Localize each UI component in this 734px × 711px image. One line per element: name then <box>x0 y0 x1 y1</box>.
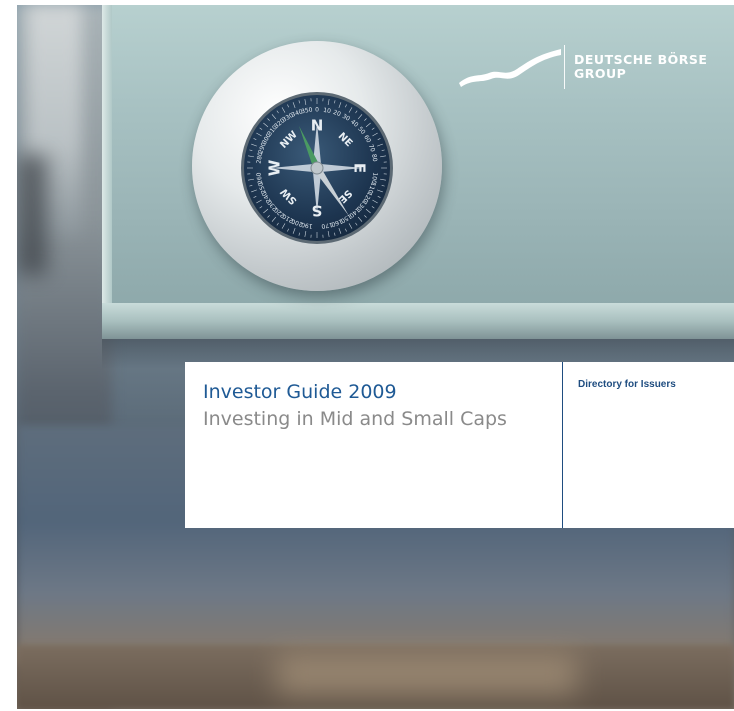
compass-tick <box>379 155 386 158</box>
cover-title: Investor Guide 2009 <box>203 381 397 403</box>
compass-tick <box>253 196 257 198</box>
background-floor-highlight <box>277 655 577 695</box>
compass-tick <box>364 118 367 121</box>
compass-tick <box>327 230 330 237</box>
compass-tick <box>251 189 257 193</box>
compass-tick <box>377 143 383 147</box>
compass-tick <box>271 114 277 120</box>
compass-pivot <box>310 161 324 175</box>
compass-degree-label: 50 <box>356 126 366 136</box>
compass-tick <box>249 149 253 151</box>
compass-tick <box>377 189 383 193</box>
compass-degree-label: 40 <box>349 118 359 128</box>
compass-tick <box>355 222 358 226</box>
compass-tick <box>338 228 342 234</box>
logo-text-line-2: GROUP <box>574 66 627 81</box>
compass-tick <box>292 228 296 234</box>
compass-tick <box>371 206 375 209</box>
compass-direction-label: NW <box>278 129 300 151</box>
compass-tick <box>271 216 277 222</box>
background-blur-dark <box>17 155 47 275</box>
compass-tick <box>259 127 263 130</box>
compass-degree-label: 350 <box>301 106 314 115</box>
compass-degree-label: 60 <box>362 134 372 144</box>
compass-tick <box>348 223 353 229</box>
compass-tick <box>267 215 270 218</box>
compass-tick <box>381 185 385 187</box>
compass-tick <box>281 223 286 229</box>
compass-tick <box>377 196 381 198</box>
compass-tick <box>287 228 289 232</box>
compass-tick <box>256 132 262 137</box>
glass-block-edge <box>102 303 734 339</box>
compass-tick <box>371 127 375 130</box>
company-logo-text: DEUTSCHE BÖRSE GROUP <box>574 53 707 81</box>
compass-tick <box>281 107 286 113</box>
compass-direction-label: NE <box>336 131 355 150</box>
compass-degree-label: 30 <box>341 113 351 123</box>
compass-tick <box>357 216 363 222</box>
compass-tick <box>334 232 336 236</box>
compass-tick <box>357 114 363 120</box>
compass-tick <box>267 118 270 121</box>
compass-tick <box>276 110 279 114</box>
logo-divider <box>564 45 565 89</box>
directory-label: Directory for Issuers <box>578 379 676 390</box>
compass-degree-label: 170 <box>321 221 334 230</box>
compass-tick <box>381 149 385 151</box>
compass-tick <box>287 104 289 108</box>
compass-tick <box>327 99 330 106</box>
compass-tick <box>372 132 378 137</box>
compass-tick <box>365 122 371 128</box>
compass-tick <box>304 99 307 106</box>
compass-tick <box>348 107 353 113</box>
compass-degree-label: 0 <box>315 107 319 114</box>
logo-text-line-1: DEUTSCHE BÖRSE <box>574 52 708 67</box>
compass-degree-label: 10 <box>323 107 332 115</box>
compass-tick <box>377 138 381 140</box>
compass-tick <box>304 230 307 237</box>
compass-tick <box>263 208 269 214</box>
compass-tick <box>298 100 300 104</box>
compass-tick <box>253 138 257 140</box>
compass-tick <box>345 228 347 232</box>
compass-degree-label: 80 <box>370 154 378 163</box>
compass-tick <box>345 104 347 108</box>
cover-photo: 0 10 20 30 40 50 60 70 80 100 110 120 130 140 150 160 17… <box>17 5 734 709</box>
compass-direction-label: SW <box>279 186 300 207</box>
compass-tick <box>276 222 279 226</box>
compass-icon: 0 10 20 30405060708010011012013014015016017… <box>247 98 387 238</box>
cover-subtitle: Investing in Mid and Small Caps <box>203 408 507 430</box>
compass-tick <box>338 102 342 108</box>
compass-degree-label: 20 <box>332 109 342 118</box>
panel-divider <box>562 362 563 528</box>
brochure-cover-page: 0 10 20 30 40 50 60 70 80 100 110 120 130 140 150 160 17… <box>0 0 734 711</box>
compass-tick <box>263 122 269 128</box>
compass-tick <box>251 143 257 147</box>
compass-tick <box>292 102 296 108</box>
compass-degree-label: 260 <box>255 172 264 185</box>
compass-tick <box>355 110 358 114</box>
compass-tick <box>372 199 378 204</box>
compass-tick <box>248 178 255 181</box>
compass-tick <box>249 185 253 187</box>
compass-tick <box>256 199 262 204</box>
title-panel: Investor Guide 2009 Investing in Mid and… <box>185 362 734 528</box>
compass-tick <box>248 155 255 158</box>
compass-tick <box>298 232 300 236</box>
compass-tick <box>379 178 386 181</box>
compass-tick <box>364 215 367 218</box>
compass-tick <box>259 206 263 209</box>
compass-tick <box>365 208 371 214</box>
wave-logo-icon <box>459 49 561 87</box>
compass-degree-label: 70 <box>367 143 376 153</box>
compass-tick <box>334 100 336 104</box>
